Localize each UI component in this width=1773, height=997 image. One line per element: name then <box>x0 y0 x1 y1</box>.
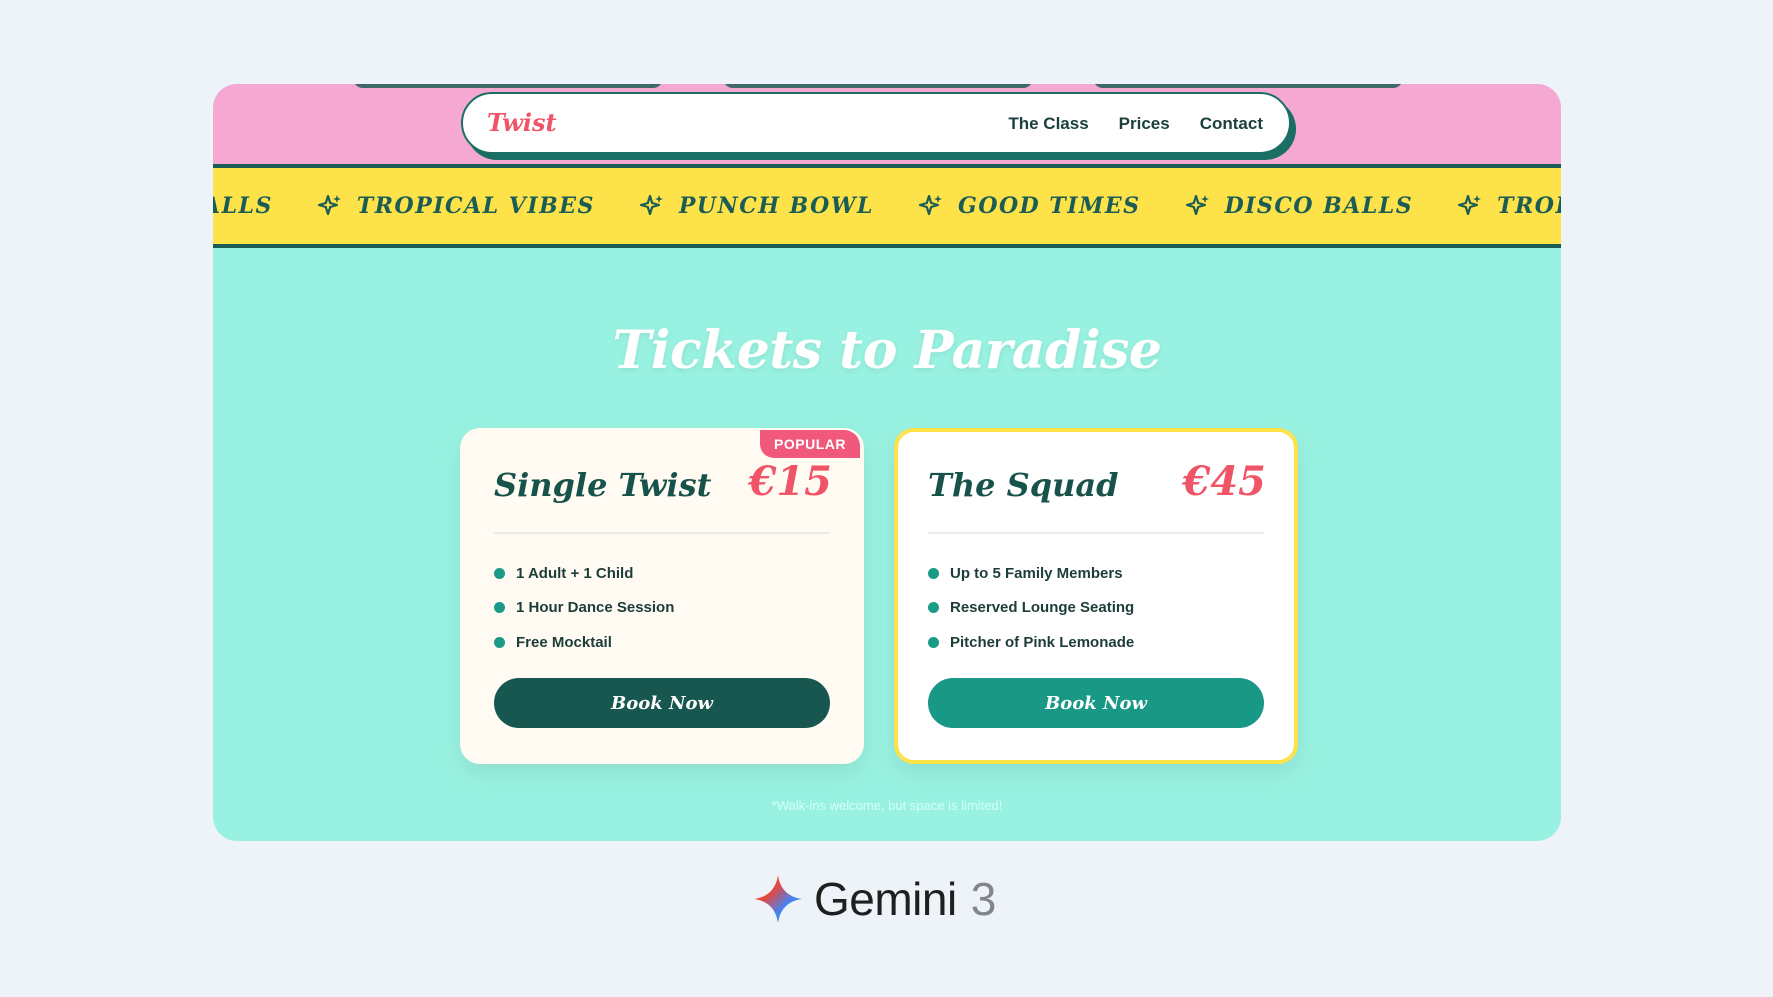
marquee-banner: ALLS TROPICAL VIBES PUNCH BOWL GOOD TIMES DI… <box>213 164 1561 248</box>
bullet-icon <box>928 602 939 614</box>
ticket-card-the-squad: The Squad €45 Up to 5 Family Members Res… <box>894 428 1298 764</box>
sparkle-icon <box>918 194 943 216</box>
marquee-track: ALLS TROPICAL VIBES PUNCH BOWL GOOD TIMES DI… <box>213 193 1561 219</box>
feature-item: Reserved Lounge Seating <box>928 591 1134 626</box>
navbar: Twist The Class Prices Contact <box>461 92 1291 154</box>
brand-version: 3 <box>970 873 997 925</box>
sparkle-icon <box>1185 194 1209 216</box>
gemini-brand: Gemini 3 <box>752 872 996 926</box>
bullet-icon <box>494 567 505 579</box>
card-divider <box>494 532 830 534</box>
nav-link-contact[interactable]: Contact <box>1200 114 1263 134</box>
feature-item: 1 Adult + 1 Child <box>494 556 674 591</box>
feature-text: Up to 5 Family Members <box>950 564 1123 582</box>
marquee-text: TROPIC <box>1497 193 1561 219</box>
bullet-icon <box>928 636 939 648</box>
ticket-price: €45 <box>1182 458 1267 505</box>
website-frame: Twist The Class Prices Contact ALLS TROPI… <box>213 84 1561 841</box>
marquee-item: PUNCH BOWL <box>639 193 874 219</box>
footnote: *Walk-ins welcome, but space is limited! <box>771 798 1003 813</box>
feature-item: Pitcher of Pink Lemonade <box>928 625 1134 660</box>
sparkle-icon <box>639 194 663 216</box>
bullet-icon <box>494 636 505 648</box>
marquee-text: GOOD TIMES <box>958 193 1141 219</box>
marquee-text: PUNCH BOWL <box>678 193 875 219</box>
feature-item: Up to 5 Family Members <box>928 556 1134 591</box>
feature-text: Reserved Lounge Seating <box>950 599 1135 617</box>
popular-badge: POPULAR <box>760 430 860 458</box>
ticket-card-single-twist: POPULAR Single Twist €15 1 Adult + 1 Chi… <box>460 428 864 764</box>
section-title: Tickets to Paradise <box>612 320 1162 381</box>
marquee-item: TROPIC <box>1457 193 1561 219</box>
header-tab-decoration <box>353 84 663 88</box>
marquee-item: GOOD TIMES <box>918 193 1141 219</box>
header-decoration <box>213 84 1561 90</box>
header-tab-decoration <box>723 84 1033 88</box>
marquee-item: DISCO BALLS <box>1185 193 1414 219</box>
feature-list: Up to 5 Family Members Reserved Lounge S… <box>928 556 1134 660</box>
marquee-text: ALLS <box>213 193 273 219</box>
ticket-name: The Squad <box>928 466 1119 504</box>
sparkle-icon <box>317 194 341 216</box>
header-tab-decoration <box>1093 84 1403 88</box>
bullet-icon <box>928 567 939 579</box>
ticket-name: Single Twist <box>494 466 712 504</box>
card-divider <box>928 532 1264 534</box>
marquee-text: TROPICAL VIBES <box>356 193 595 219</box>
marquee-text: DISCO BALLS <box>1224 193 1414 219</box>
marquee-item: ALLS <box>213 193 273 219</box>
book-now-button-squad[interactable]: Book Now <box>928 678 1264 728</box>
nav-link-the-class[interactable]: The Class <box>1008 114 1088 134</box>
brand-name: Gemini <box>814 873 957 925</box>
ticket-price: €15 <box>748 458 833 505</box>
feature-list: 1 Adult + 1 Child 1 Hour Dance Session F… <box>494 556 674 660</box>
sparkle-icon <box>1458 194 1482 216</box>
book-now-button-single[interactable]: Book Now <box>494 678 830 728</box>
site-header: Twist The Class Prices Contact <box>213 84 1561 164</box>
feature-item: Free Mocktail <box>494 625 674 660</box>
feature-text: 1 Hour Dance Session <box>516 599 675 617</box>
gemini-spark-icon <box>754 875 802 923</box>
nav-links: The Class Prices Contact <box>1008 114 1263 134</box>
feature-text: 1 Adult + 1 Child <box>516 564 634 582</box>
site-logo[interactable]: Twist <box>487 108 557 137</box>
feature-item: 1 Hour Dance Session <box>494 591 674 626</box>
bullet-icon <box>494 602 505 614</box>
nav-link-prices[interactable]: Prices <box>1119 114 1170 134</box>
marquee-item: TROPICAL VIBES <box>317 193 595 219</box>
feature-text: Pitcher of Pink Lemonade <box>950 633 1135 651</box>
feature-text: Free Mocktail <box>516 633 612 651</box>
